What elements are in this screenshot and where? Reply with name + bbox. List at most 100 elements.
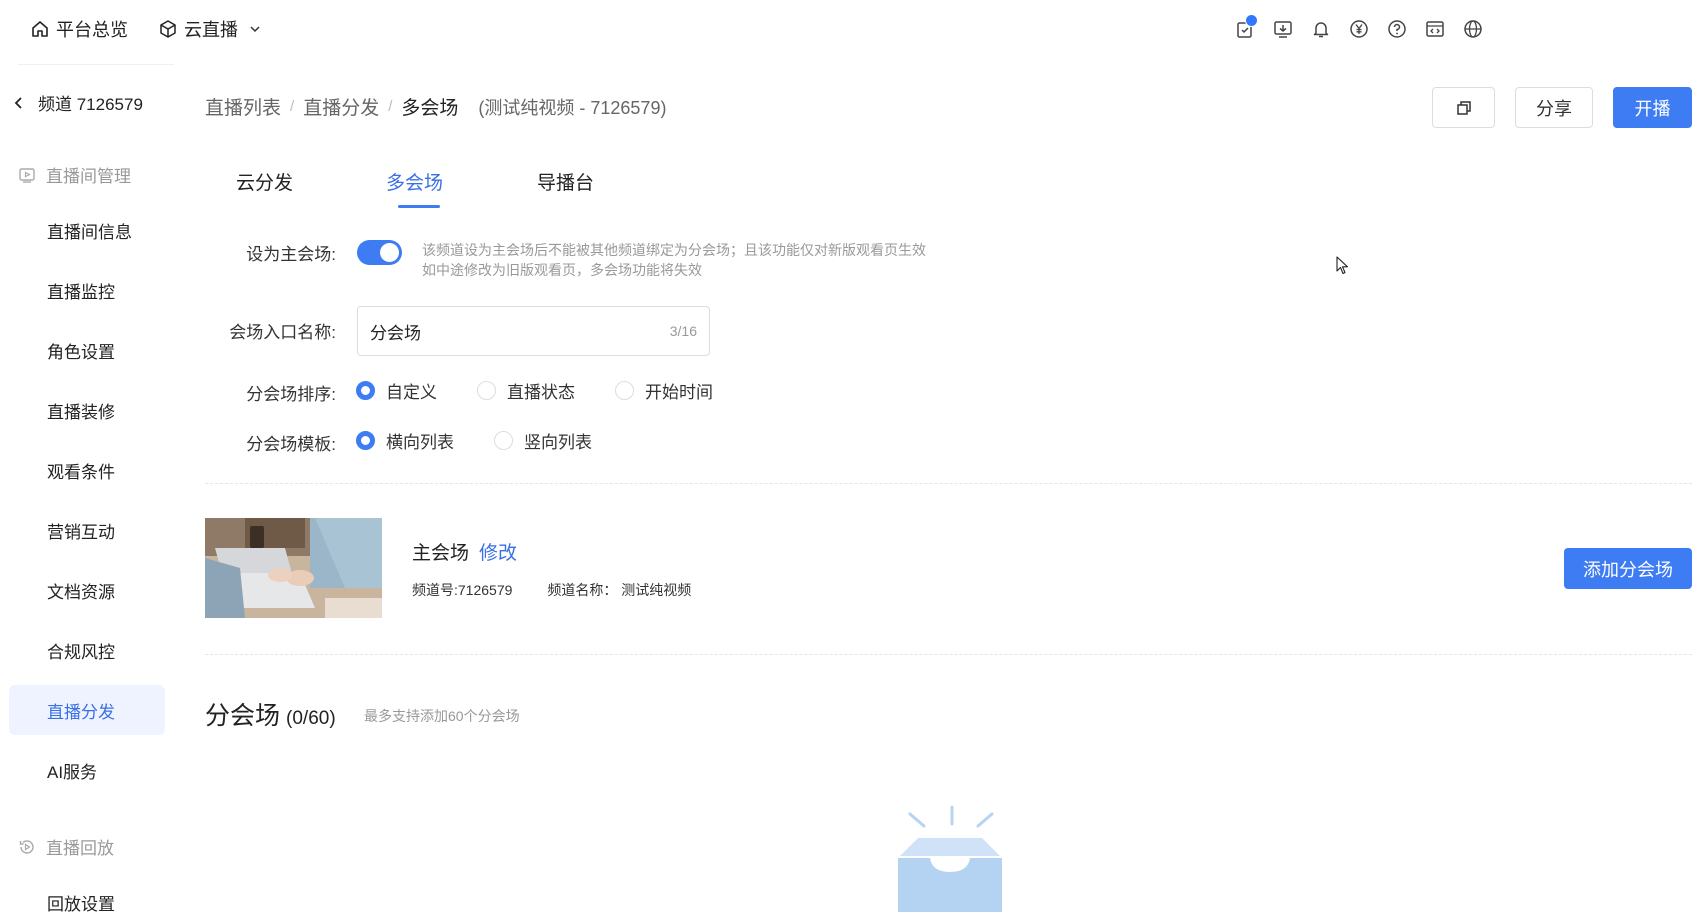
sort-radio-custom[interactable]: 自定义 — [356, 378, 437, 403]
radio-label: 直播状态 — [507, 383, 575, 402]
sort-radio-group: 自定义 直播状态 开始时间 — [356, 378, 753, 403]
tab-cloud-distribution[interactable]: 云分发 — [236, 168, 293, 195]
breadcrumb: 直播列表 / 直播分发 / 多会场 (测试纯视频 - 7126579) — [205, 93, 666, 120]
sidebar-item-room-info[interactable]: 直播间信息 — [9, 205, 165, 255]
sort-label: 分会场排序: — [246, 385, 336, 404]
divider — [205, 654, 1692, 655]
main-venue-title-row: 主会场 修改 — [412, 538, 517, 565]
mouse-cursor-icon — [1336, 256, 1350, 279]
sidebar-group-replay: 直播回放 — [18, 834, 114, 859]
divider — [205, 483, 1692, 484]
sidebar-item-distribution[interactable]: 直播分发 — [9, 685, 165, 735]
chevron-down-icon — [250, 26, 260, 33]
sidebar-item-label: 观看条件 — [47, 462, 115, 482]
sidebar-item-label: 直播装修 — [47, 402, 115, 422]
sidebar-item-label: 直播间信息 — [47, 222, 132, 242]
page-subtitle: (测试纯视频 - 7126579) — [478, 97, 667, 118]
platform-overview-link[interactable]: 平台总览 — [30, 13, 128, 45]
help-icon[interactable] — [1378, 14, 1416, 44]
entry-name-input[interactable]: 分会场 3/16 — [357, 306, 710, 356]
replay-icon — [19, 839, 34, 854]
sidebar-item-marketing[interactable]: 营销互动 — [9, 505, 165, 555]
main-venue-info: 频道号:7126579 频道名称： 测试纯视频 — [412, 580, 691, 600]
divider — [18, 64, 174, 65]
share-button[interactable]: 分享 — [1515, 87, 1593, 128]
radio-label: 横向列表 — [386, 433, 454, 452]
product-label: 云直播 — [184, 20, 238, 40]
product-switcher[interactable]: 云直播 — [158, 13, 262, 45]
main-venue-title: 主会场 — [412, 543, 470, 564]
radio-label: 竖向列表 — [524, 433, 592, 452]
platform-overview-label: 平台总览 — [56, 20, 128, 40]
sidebar-item-documents[interactable]: 文档资源 — [9, 565, 165, 615]
sub-venue-title: 分会场 — [205, 702, 281, 730]
sort-radio-start-time[interactable]: 开始时间 — [615, 378, 713, 403]
radio-label: 开始时间 — [645, 383, 713, 402]
breadcrumb-live-list[interactable]: 直播列表 — [205, 93, 281, 120]
sidebar-group-room: 直播间管理 — [18, 162, 131, 187]
top-toolbar — [1226, 14, 1492, 44]
sort-radio-live-status[interactable]: 直播状态 — [477, 378, 575, 403]
sidebar-item-label: 合规风控 — [47, 642, 115, 662]
tab-label: 云分发 — [236, 173, 294, 194]
template-label: 分会场模板: — [246, 435, 336, 454]
sub-venue-section-title: 分会场 (0/60) — [205, 696, 336, 732]
code-window-icon[interactable] — [1416, 14, 1454, 44]
tab-label: 导播台 — [537, 173, 595, 194]
sidebar-item-label: 角色设置 — [47, 342, 115, 362]
copy-button[interactable] — [1432, 87, 1495, 128]
start-live-button-label: 开播 — [1634, 98, 1671, 119]
breadcrumb-separator: / — [290, 98, 295, 115]
top-bar: 平台总览 云直播 — [0, 0, 1704, 58]
yuan-icon[interactable] — [1340, 14, 1378, 44]
sidebar-item-decoration[interactable]: 直播装修 — [9, 385, 165, 435]
sidebar-item-ai-service[interactable]: AI服务 — [9, 745, 165, 795]
download-icon[interactable] — [1264, 14, 1302, 44]
chevron-left-icon — [14, 96, 22, 109]
cube-icon — [160, 20, 176, 38]
sidebar-item-label: 直播监控 — [47, 282, 115, 302]
main-venue-channel-no: 频道号:7126579 — [412, 582, 513, 598]
breadcrumb-distribution[interactable]: 直播分发 — [303, 93, 379, 120]
sub-venue-note: 最多支持添加60个分会场 — [364, 708, 520, 724]
entry-name-value: 分会场 — [370, 323, 421, 343]
copy-icon — [1456, 100, 1471, 115]
sidebar-item-label: 回放设置 — [47, 894, 115, 912]
bell-icon[interactable] — [1302, 14, 1340, 44]
sidebar-item-label: 文档资源 — [47, 582, 115, 602]
sidebar-item-replay-settings[interactable]: 回放设置 — [9, 877, 165, 912]
sidebar-group-room-label: 直播间管理 — [46, 167, 131, 186]
live-room-icon — [19, 167, 35, 183]
sidebar-item-label: 营销互动 — [47, 522, 115, 542]
add-sub-venue-label: 添加分会场 — [1583, 559, 1673, 580]
start-live-button[interactable]: 开播 — [1613, 87, 1692, 128]
active-tab-indicator — [398, 205, 440, 208]
tab-director[interactable]: 导播台 — [537, 168, 594, 195]
main-venue-channel-name: 频道名称： 测试纯视频 — [547, 582, 692, 598]
template-radio-horizontal[interactable]: 横向列表 — [356, 428, 454, 453]
main-venue-toggle[interactable] — [357, 240, 402, 265]
sidebar-item-label: AI服务 — [47, 762, 98, 782]
tab-label: 多会场 — [386, 173, 444, 194]
edit-main-venue-link[interactable]: 修改 — [479, 538, 517, 565]
entry-name-counter: 3/16 — [669, 323, 697, 339]
tab-multi-venue[interactable]: 多会场 — [386, 168, 443, 195]
sidebar-item-watch-conditions[interactable]: 观看条件 — [9, 445, 165, 495]
breadcrumb-current: 多会场 — [401, 98, 459, 119]
sidebar-item-roles[interactable]: 角色设置 — [9, 325, 165, 375]
sidebar-item-monitor[interactable]: 直播监控 — [9, 265, 165, 315]
main-venue-label: 设为主会场: — [246, 245, 336, 264]
breadcrumb-separator: / — [388, 98, 393, 115]
sidebar-group-replay-label: 直播回放 — [46, 839, 114, 858]
task-check-icon[interactable] — [1226, 14, 1264, 44]
main-venue-hint-1: 该频道设为主会场后不能被其他频道绑定为分会场；且该功能仅对新版观看页生效 — [422, 242, 926, 258]
template-radio-vertical[interactable]: 竖向列表 — [494, 428, 592, 453]
sidebar-item-compliance[interactable]: 合规风控 — [9, 625, 165, 675]
radio-label: 自定义 — [386, 383, 437, 402]
home-icon — [32, 21, 48, 37]
add-sub-venue-button[interactable]: 添加分会场 — [1564, 548, 1692, 589]
back-to-channel[interactable]: 频道 7126579 — [12, 90, 143, 115]
globe-icon[interactable] — [1454, 14, 1492, 44]
main-venue-hint-2: 如中途修改为旧版观看页，多会场功能将失效 — [422, 262, 702, 278]
template-radio-group: 横向列表 竖向列表 — [356, 428, 632, 453]
